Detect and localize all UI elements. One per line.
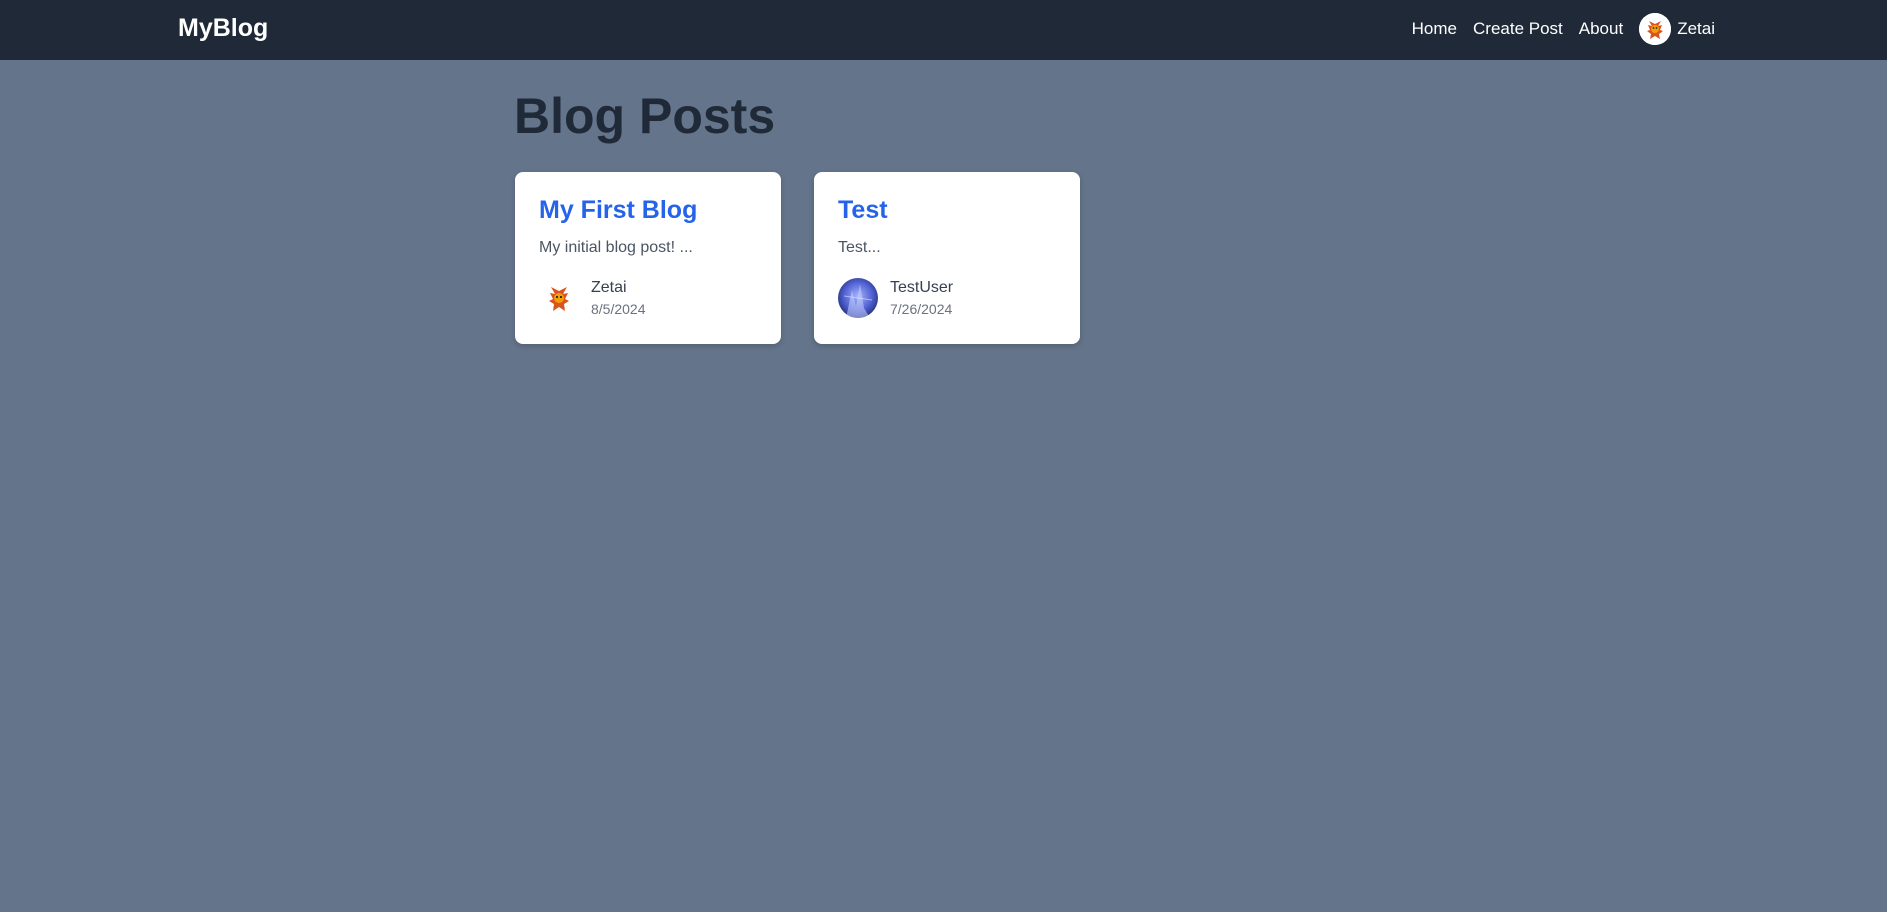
user-avatar	[1639, 13, 1672, 45]
author-name: Zetai	[591, 279, 627, 296]
post-excerpt: My initial blog post! ...	[539, 239, 693, 256]
user-name: Zetai	[1677, 19, 1715, 38]
nav-link-home[interactable]: Home	[1412, 12, 1457, 46]
page-title: Blog Posts	[514, 88, 776, 144]
post-card[interactable]: Test Test... TestUser 7/26/2024	[814, 172, 1080, 344]
nav-links: Home Create Post About Zetai	[1396, 12, 1715, 46]
post-excerpt: Test...	[838, 239, 881, 256]
brand-logo-link[interactable]: MyBlog	[178, 13, 268, 43]
author-avatar	[539, 278, 579, 318]
top-navbar: MyBlog Home Create Post About Zetai	[0, 0, 1887, 60]
post-date: 7/26/2024	[890, 301, 953, 317]
nav-link-about[interactable]: About	[1579, 12, 1623, 46]
author-name: TestUser	[890, 279, 954, 296]
dragon-avatar-icon	[1639, 13, 1672, 45]
author-avatar	[838, 278, 878, 318]
dragon-avatar-icon	[539, 278, 579, 318]
post-date: 8/5/2024	[591, 301, 646, 317]
post-card[interactable]: My First Blog My initial blog post! ... …	[515, 172, 781, 344]
post-title-link[interactable]: Test	[838, 195, 888, 225]
anime-avatar-icon	[838, 278, 878, 318]
user-menu[interactable]: Zetai	[1639, 13, 1715, 45]
nav-link-create-post[interactable]: Create Post	[1473, 12, 1563, 46]
post-title-link[interactable]: My First Blog	[539, 195, 697, 225]
